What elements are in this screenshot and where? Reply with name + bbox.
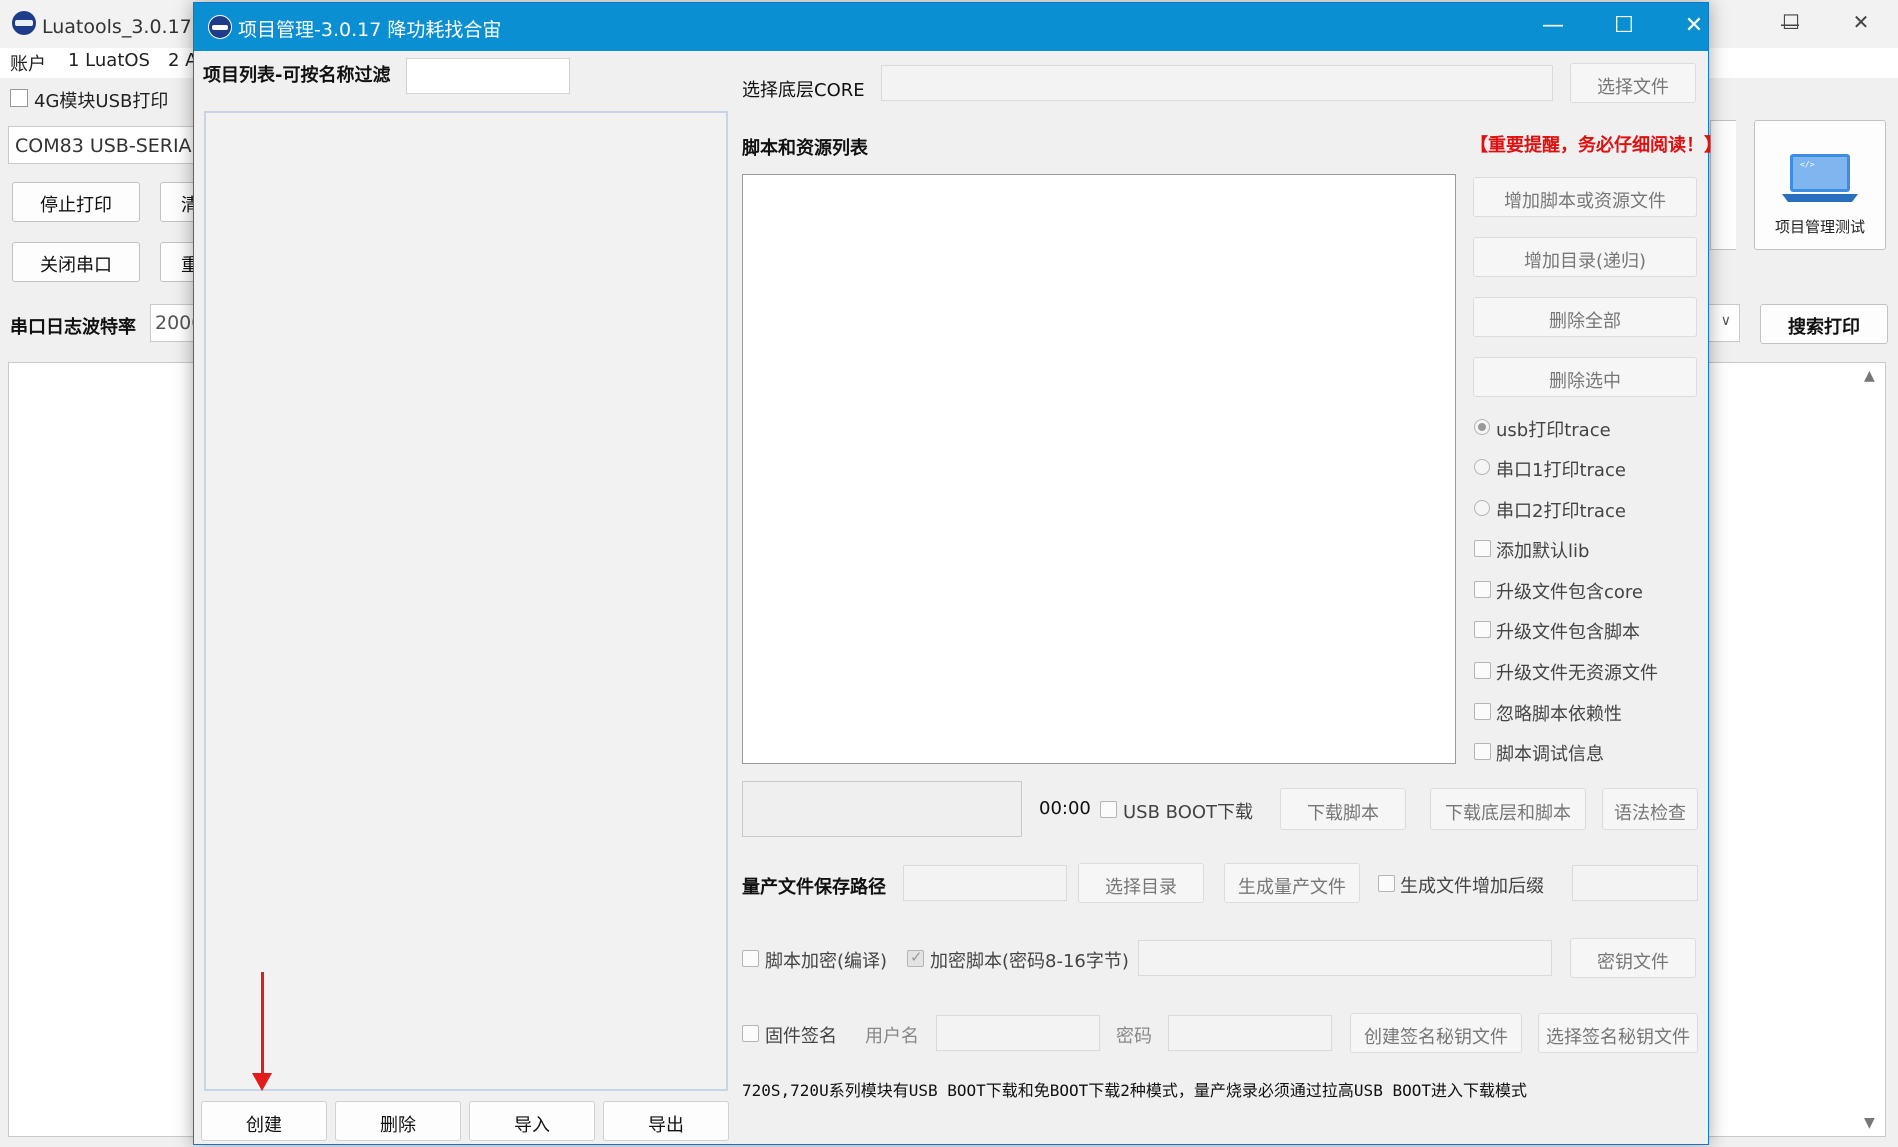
encrypt-password-input[interactable] [1138, 940, 1552, 976]
usb-trace-radio[interactable] [1474, 419, 1490, 435]
no-resource-checkbox[interactable] [1474, 662, 1491, 679]
username-input[interactable] [936, 1015, 1100, 1051]
create-button[interactable]: 创建 [201, 1101, 327, 1141]
footer-note: 720S,720U系列模块有USB BOOT下载和免BOOT下载2种模式，量产烧… [742, 1081, 1527, 1100]
syntax-check-button[interactable]: 语法检查 [1602, 788, 1698, 830]
dialog-logo-icon [208, 15, 232, 39]
progress-bar [742, 781, 1022, 837]
ignore-dependency-label: 忽略脚本依赖性 [1496, 704, 1622, 725]
include-script-checkbox[interactable] [1474, 621, 1491, 638]
uart1-trace-radio[interactable] [1474, 459, 1490, 475]
select-file-button[interactable]: 选择文件 [1570, 63, 1696, 103]
important-notice-link[interactable]: 【重要提醒，务必仔细阅读！】 [1470, 131, 1722, 157]
com-port-select[interactable]: COM83 USB-SERIAL [8, 126, 198, 164]
project-filter-input[interactable] [406, 58, 570, 94]
core-label: 选择底层CORE [742, 80, 865, 101]
annotation-arrow-icon [252, 1073, 272, 1091]
timer-display: 00:00 [1039, 798, 1091, 819]
annotation-arrow-shaft [261, 972, 264, 1087]
debug-info-checkbox[interactable] [1474, 743, 1491, 760]
close-port-button[interactable]: 关闭串口 [12, 242, 140, 282]
select-sign-key-button[interactable]: 选择签名秘钥文件 [1538, 1013, 1698, 1053]
encrypt-script-checkbox[interactable] [907, 948, 924, 967]
stop-print-button[interactable]: 停止打印 [12, 182, 140, 222]
add-directory-button[interactable]: 增加目录(递归) [1473, 237, 1697, 277]
script-list-label: 脚本和资源列表 [742, 138, 868, 159]
usb-boot-checkbox[interactable] [1100, 801, 1117, 818]
luat-logo-icon [12, 11, 36, 35]
script-encrypt-checkbox[interactable] [742, 950, 759, 967]
password-input[interactable] [1168, 1015, 1332, 1051]
username-label: 用户名 [865, 1026, 919, 1047]
suffix-input[interactable] [1572, 865, 1698, 901]
download-script-button[interactable]: 下载脚本 [1280, 788, 1406, 830]
ignore-dependency-checkbox[interactable] [1474, 703, 1491, 720]
password-label: 密码 [1116, 1026, 1152, 1047]
script-resource-list[interactable] [742, 174, 1456, 764]
encrypt-script-label: 加密脚本(密码8-16字节) [930, 951, 1129, 972]
export-button[interactable]: 导出 [603, 1101, 729, 1141]
create-sign-key-button[interactable]: 创建签名秘钥文件 [1350, 1013, 1522, 1053]
download-core-script-button[interactable]: 下载底层和脚本 [1430, 788, 1586, 830]
scroll-down-icon[interactable]: ▼ [1864, 1115, 1875, 1131]
project-list[interactable] [204, 111, 728, 1091]
default-lib-label: 添加默认lib [1496, 541, 1590, 562]
include-core-checkbox[interactable] [1474, 581, 1491, 598]
delete-selected-button[interactable]: 删除选中 [1473, 357, 1697, 397]
chevron-down-icon: ∨ [1720, 313, 1731, 329]
select-directory-button[interactable]: 选择目录 [1078, 863, 1204, 903]
usb-trace-label: usb打印trace [1496, 420, 1611, 441]
usb-boot-label: USB BOOT下载 [1123, 802, 1254, 823]
script-encrypt-label: 脚本加密(编译) [765, 951, 888, 972]
main-close-icon[interactable]: ✕ [1841, 10, 1881, 34]
dialog-maximize-icon[interactable]: ☐ [1602, 13, 1646, 38]
mass-path-input[interactable] [903, 865, 1067, 901]
include-core-label: 升级文件包含core [1496, 582, 1643, 603]
default-lib-checkbox[interactable] [1474, 540, 1491, 557]
add-suffix-label: 生成文件增加后缀 [1400, 876, 1544, 897]
generate-mass-button[interactable]: 生成量产文件 [1224, 863, 1360, 903]
add-suffix-checkbox[interactable] [1378, 875, 1395, 892]
add-script-button[interactable]: 增加脚本或资源文件 [1473, 177, 1697, 217]
main-maximize-icon[interactable]: ☐ [1771, 10, 1811, 34]
laptop-code-text: </> [1800, 160, 1815, 169]
uart2-trace-radio[interactable] [1474, 500, 1490, 516]
core-path-input[interactable] [881, 65, 1553, 101]
import-button[interactable]: 导入 [469, 1101, 595, 1141]
search-print-button[interactable]: 搜索打印 [1760, 304, 1888, 344]
menu-account[interactable]: 账户 [10, 50, 46, 76]
scroll-up-icon[interactable]: ▲ [1864, 368, 1875, 384]
dialog-close-icon[interactable]: ✕ [1672, 13, 1716, 38]
project-manager-dialog: 项目管理-3.0.17 降功耗找合宙 — ☐ ✕ 项目列表-可按名称过滤 创建 … [193, 2, 1722, 1145]
firmware-sign-label: 固件签名 [765, 1026, 837, 1047]
delete-button[interactable]: 删除 [335, 1101, 461, 1141]
dialog-minimize-icon[interactable]: — [1531, 13, 1575, 38]
baud-rate-label: 串口日志波特率 [10, 317, 136, 338]
usb-print-label: 4G模块USB打印 [34, 91, 169, 112]
laptop-code-icon: </> [1782, 154, 1858, 202]
no-resource-label: 升级文件无资源文件 [1496, 663, 1658, 684]
dialog-title: 项目管理-3.0.17 降功耗找合宙 [238, 19, 502, 41]
debug-info-label: 脚本调试信息 [1496, 744, 1604, 765]
mass-path-label: 量产文件保存路径 [742, 877, 886, 898]
firmware-sign-checkbox[interactable] [742, 1025, 759, 1042]
include-script-label: 升级文件包含脚本 [1496, 622, 1640, 643]
usb-print-checkbox[interactable] [10, 89, 28, 107]
uart2-trace-label: 串口2打印trace [1496, 501, 1626, 522]
project-test-label: 项目管理测试 [1774, 218, 1865, 236]
uart1-trace-label: 串口1打印trace [1496, 460, 1626, 481]
delete-all-button[interactable]: 删除全部 [1473, 297, 1697, 337]
key-file-button[interactable]: 密钥文件 [1570, 938, 1696, 978]
project-list-label: 项目列表-可按名称过滤 [203, 65, 391, 86]
menu-luatos[interactable]: 1 LuatOS [68, 50, 150, 71]
